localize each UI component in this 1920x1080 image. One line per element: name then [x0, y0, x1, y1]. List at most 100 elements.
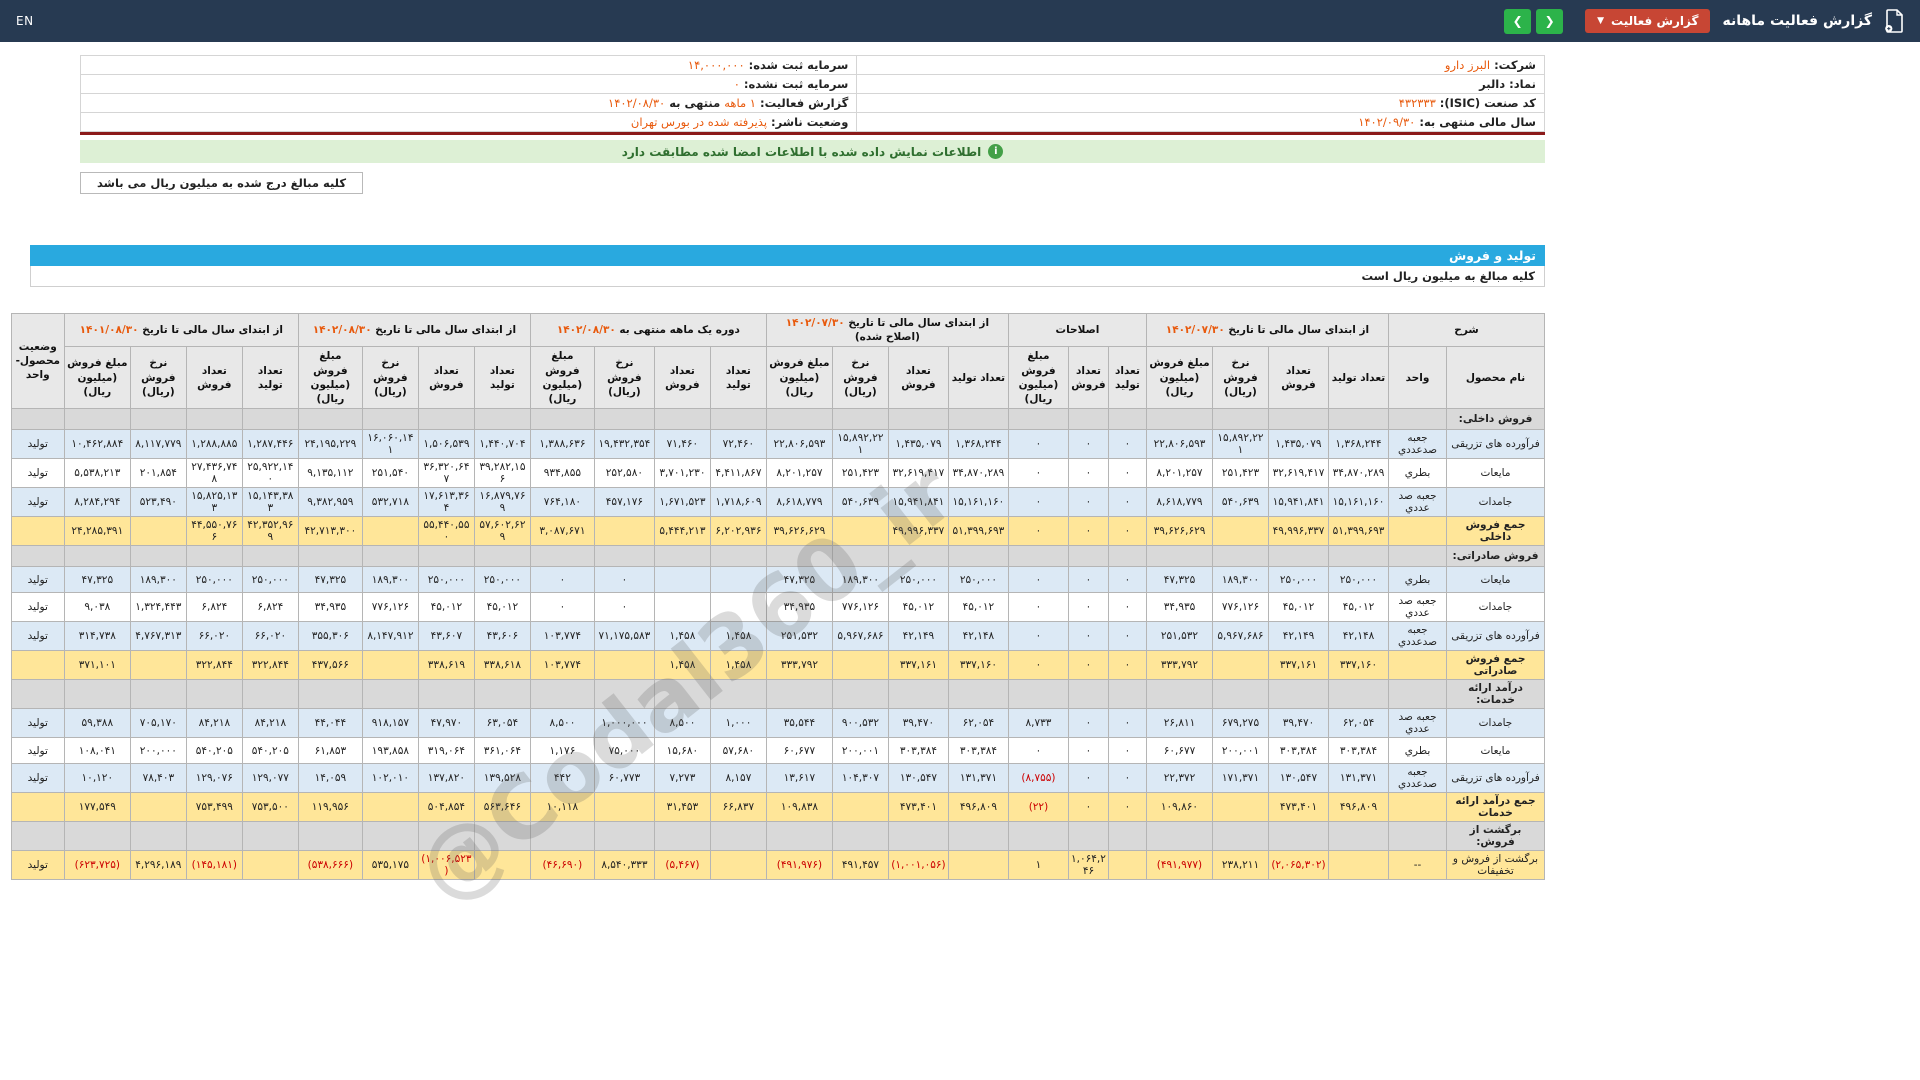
- value-cell: (۵۳۸,۶۶۶): [297, 850, 363, 881]
- value-cell: [241, 545, 299, 568]
- value-cell: [129, 516, 187, 547]
- unit-cell: --: [1388, 850, 1447, 881]
- value-cell: [1212, 516, 1269, 547]
- value-cell: (۱,۰۰۶,۵۲۳): [417, 850, 475, 881]
- product-row: مایعات بطري ۲۵۰,۰۰۰ ۲۵۰,۰۰۰ ۱۸۹,۳۰۰ ۴۷,۳۲۵ ۰ ۰ ۰…: [10, 566, 1545, 594]
- value-cell: [887, 679, 949, 710]
- value-cell: [653, 408, 711, 431]
- value-cell: [1212, 821, 1269, 852]
- value-cell: ۶,۲۰۲,۹۳۶: [709, 516, 767, 547]
- value-cell: ۶,۸۲۴: [185, 592, 243, 623]
- value-cell: ۵۴۰,۶۳۹: [831, 487, 889, 518]
- value-cell: [1328, 408, 1389, 431]
- info-cell: گزارش فعالیت: ۱ ماهه منتهی به ۱۴۰۲/۰۸/۳۰: [81, 94, 856, 112]
- value-cell: [653, 566, 711, 594]
- value-cell: [1067, 408, 1109, 431]
- status-cell: تولید: [10, 487, 65, 518]
- value-cell: ۱,۴۴۰,۷۰۴: [473, 429, 531, 460]
- product-row: برگشت از فروش و تخفیفات -- (۲,۰۶۵,۳۰۲) ۲۳۸,…: [10, 850, 1545, 881]
- value-cell: ۰: [529, 566, 595, 594]
- value-cell: ۱۵,۱۴۳,۳۸۳: [241, 487, 299, 518]
- value-cell: ۵۰۴,۸۵۴: [417, 792, 475, 823]
- value-cell: ۱۵,۸۹۲,۲۲۱: [831, 429, 889, 460]
- value-cell: ۳۲۲,۸۴۴: [241, 650, 299, 681]
- value-cell: ۲۵۲,۵۸۰: [593, 458, 655, 489]
- value-cell: [765, 408, 833, 431]
- value-cell: ۳,۷۰۱,۲۳۰: [653, 458, 711, 489]
- value-cell: ۹۳۴,۸۵۵: [529, 458, 595, 489]
- value-cell: (۵,۴۶۷): [653, 850, 711, 881]
- period-date: ۱۴۰۲/۰۷/۳۰: [1165, 324, 1225, 337]
- column-header: تعداد فروش: [1067, 346, 1109, 410]
- unit-cell: بطري: [1388, 458, 1447, 489]
- value-cell: ۳۴,۸۷۰,۲۸۹: [947, 458, 1009, 489]
- signed-info-banner-wrap: i اطلاعات نمایش داده شده با اطلاعات امضا…: [80, 140, 1545, 163]
- value-cell: ۹۱۸,۱۵۷: [361, 708, 419, 739]
- report-content: شرکت: البرز دارو سرمایه ثبت شده: ۱۴,۰۰۰,۰…: [10, 42, 1545, 923]
- value-cell: ۱۳,۶۱۷: [765, 763, 833, 794]
- value-cell: [529, 679, 595, 710]
- column-header: مبلغ فروش (میلیون ریال): [529, 346, 595, 410]
- value-cell: ۵۷,۶۰۲,۶۲۹: [473, 516, 531, 547]
- value-cell: ۱۳۱,۳۷۱: [947, 763, 1009, 794]
- column-header: مبلغ فروش (میلیون ریال): [297, 346, 363, 410]
- english-language-link[interactable]: EN: [16, 14, 34, 28]
- value-cell: ۰: [1107, 650, 1147, 681]
- value-cell: ۴,۲۹۶,۱۸۹: [129, 850, 187, 881]
- value-cell: ۳۹,۲۸۲,۱۵۶: [473, 458, 531, 489]
- section-label-cell: فروش صادراتی:: [1446, 545, 1545, 568]
- value-cell: ۰: [1107, 458, 1147, 489]
- value-cell: ۵۱,۳۹۹,۶۹۳: [947, 516, 1009, 547]
- value-cell: [297, 545, 363, 568]
- section-row: فروش صادراتی:: [10, 545, 1545, 568]
- value-cell: ۲۲,۸۰۶,۵۹۳: [1145, 429, 1214, 460]
- value-cell: [63, 545, 131, 568]
- info-label: نماد:: [1509, 77, 1536, 91]
- value-cell: ۱۰,۱۱۸: [529, 792, 595, 823]
- info-value: ۱ ماهه: [724, 96, 756, 110]
- product-name-cell: جامدات: [1446, 592, 1545, 623]
- column-group-header: از ابتدای سال مالی تا تاریخ ۱۴۰۲/۰۷/۳۰ (…: [765, 312, 1009, 348]
- info-label: سرمایه ثبت نشده:: [743, 77, 849, 91]
- value-cell: ۲۵,۹۲۲,۱۴۰: [241, 458, 299, 489]
- next-report-button[interactable]: ❯: [1536, 8, 1564, 34]
- value-cell: [1067, 679, 1109, 710]
- status-cell: تولید: [10, 737, 65, 765]
- value-cell: [1107, 408, 1147, 431]
- production-sales-table: شرح از ابتدای سال مالی تا تاریخ ۱۴۰۲/۰۷/۳…: [10, 312, 1545, 881]
- value-cell: ۴۹۱,۴۵۷: [831, 850, 889, 881]
- value-cell: ۷,۲۷۳: [653, 763, 711, 794]
- info-label: گزارش فعالیت:: [759, 96, 849, 110]
- value-cell: ۲۵۱,۴۲۳: [831, 458, 889, 489]
- value-cell: (۴۹۱,۹۷۷): [1145, 850, 1214, 881]
- product-row: جامدات جعبه صد عددي ۱۵,۱۶۱,۱۶۰ ۱۵,۹۴۱,۸۴۱ ۵۴…: [10, 487, 1545, 518]
- status-cell: [10, 650, 65, 681]
- report-type-dropdown[interactable]: گزارش فعالیت ▼: [1585, 9, 1711, 33]
- value-cell: ۱,۴۵۸: [709, 621, 767, 652]
- monthly-report-document-icon: [1884, 9, 1904, 33]
- value-cell: ۴۷۳,۴۰۱: [887, 792, 949, 823]
- column-header: تعداد تولید: [709, 346, 767, 410]
- value-cell: ۳۳۷,۱۶۰: [947, 650, 1009, 681]
- column-header: تعداد فروش: [185, 346, 243, 410]
- value-cell: ۶۲,۰۵۴: [1328, 708, 1389, 739]
- info-cell: کد صنعت (ISIC): ۴۳۲۳۳۳: [856, 94, 1544, 112]
- value-cell: [1268, 821, 1329, 852]
- value-cell: ۰: [1107, 592, 1147, 623]
- value-cell: ۰: [593, 592, 655, 623]
- value-cell: (۴۶,۶۹۰): [529, 850, 595, 881]
- value-cell: ۴۲,۷۱۳,۳۰۰: [297, 516, 363, 547]
- product-name-cell: جمع فروش صادراتی: [1446, 650, 1545, 681]
- value-cell: ۸,۲۰۱,۲۵۷: [765, 458, 833, 489]
- value-cell: (۴۹۱,۹۷۶): [765, 850, 833, 881]
- previous-report-button[interactable]: ❮: [1504, 8, 1532, 34]
- value-cell: (۲۲): [1007, 792, 1069, 823]
- value-cell: [593, 545, 655, 568]
- value-cell: [361, 516, 419, 547]
- value-cell: ۱۳۱,۳۷۱: [1328, 763, 1389, 794]
- value-cell: ۱۳۹,۵۲۸: [473, 763, 531, 794]
- column-header: تعداد فروش: [653, 346, 711, 410]
- info-cell: سرمایه ثبت شده: ۱۴,۰۰۰,۰۰۰: [81, 56, 856, 74]
- value-cell: ۳۴,۹۳۵: [297, 592, 363, 623]
- value-cell: ۱۸۹,۳۰۰: [831, 566, 889, 594]
